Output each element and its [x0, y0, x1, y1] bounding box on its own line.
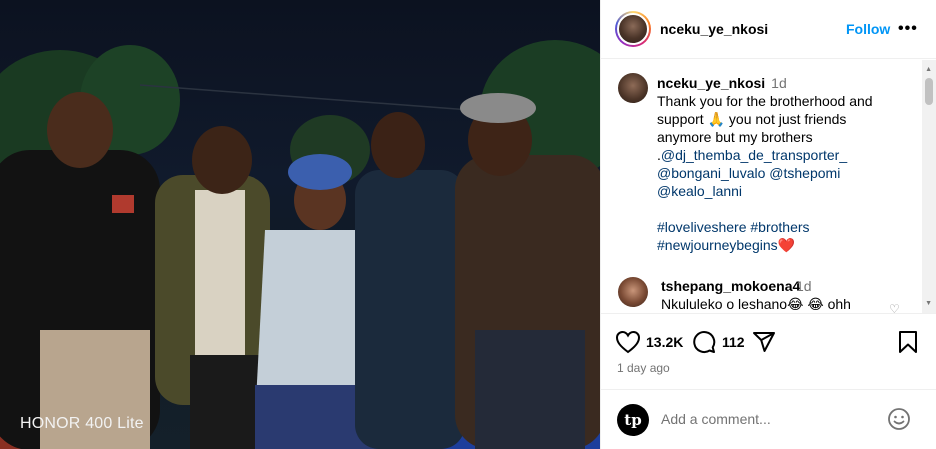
commenter-username[interactable]: tshepang_mokoena4: [661, 278, 800, 294]
hashtag-link[interactable]: #loveliveshere: [657, 219, 747, 235]
caption-line-3: anymore but my brothers: [657, 129, 813, 145]
scroll-down-icon[interactable]: ▼: [925, 300, 932, 307]
post-actions: 13.2K 112 1 day ago: [601, 313, 936, 388]
person-2-head: [192, 126, 252, 194]
caption-avatar[interactable]: [618, 73, 648, 103]
person-4-head: [371, 112, 425, 178]
person-4-suit: [355, 170, 465, 449]
emoji-icon[interactable]: [887, 407, 911, 431]
heart-emoji: ❤️: [777, 237, 796, 253]
comment-input[interactable]: [661, 411, 871, 427]
comment-text: Nkululeko o leshano😂 😂 ohh: [661, 296, 851, 312]
mention-link[interactable]: @tshepomi: [769, 165, 840, 181]
power-line: [139, 84, 471, 111]
scroll-up-icon[interactable]: ▲: [925, 66, 932, 73]
caption-line-1: Thank you for the brotherhood and: [657, 93, 873, 109]
my-avatar: tp: [617, 404, 649, 436]
hashtag-link[interactable]: #newjourneybegins: [657, 237, 778, 253]
scrollbar-thumb[interactable]: [925, 78, 933, 105]
caption-time: 1d: [771, 75, 787, 91]
mention-link[interactable]: @kealo_lanni: [657, 183, 742, 199]
save-icon[interactable]: [898, 330, 918, 354]
comment-time: 1d: [796, 278, 812, 294]
header-avatar[interactable]: [615, 11, 651, 47]
post-header: nceku_ye_nkosi Follow •••: [601, 0, 936, 59]
person-2-shirt: [195, 190, 245, 360]
comments-count[interactable]: 112: [722, 334, 745, 350]
share-icon[interactable]: [752, 330, 776, 354]
comment-like-icon[interactable]: ♡: [889, 302, 900, 313]
person-2-pants: [190, 355, 260, 449]
mention-link[interactable]: @bongani_luvalo: [657, 165, 765, 181]
add-comment-bar: tp: [601, 389, 936, 449]
person-1-badge: [112, 195, 134, 213]
header-username[interactable]: nceku_ye_nkosi: [660, 21, 768, 37]
person-1-head: [47, 92, 113, 168]
like-icon[interactable]: [615, 330, 641, 354]
caption-line-2: support 🙏 you not just friends: [657, 111, 847, 127]
camera-watermark: HONOR 400 Lite: [20, 415, 144, 432]
post-time: 1 day ago: [617, 361, 670, 375]
person-5-cap: [460, 93, 536, 123]
follow-button[interactable]: Follow: [846, 21, 890, 37]
comment-icon[interactable]: [692, 330, 716, 354]
person-3-headwrap: [288, 154, 352, 190]
commenter-avatar[interactable]: [618, 277, 648, 307]
post-side-panel: nceku_ye_nkosi Follow ••• nceku_ye_nkosi…: [600, 0, 936, 449]
caption: nceku_ye_nkosi 1d Thank you for the broth…: [657, 74, 912, 254]
person-5-jeans: [475, 330, 585, 449]
hashtag-link[interactable]: #brothers: [750, 219, 809, 235]
comments-list[interactable]: nceku_ye_nkosi 1d Thank you for the broth…: [601, 60, 936, 313]
photo-scene: [0, 40, 600, 449]
mention-link[interactable]: @dj_themba_de_transporter_: [661, 147, 847, 163]
more-options-icon[interactable]: •••: [898, 20, 918, 38]
post-photo[interactable]: HONOR 400 Lite: [0, 0, 600, 449]
likes-count[interactable]: 13.2K: [646, 334, 683, 350]
caption-username[interactable]: nceku_ye_nkosi: [657, 75, 765, 91]
